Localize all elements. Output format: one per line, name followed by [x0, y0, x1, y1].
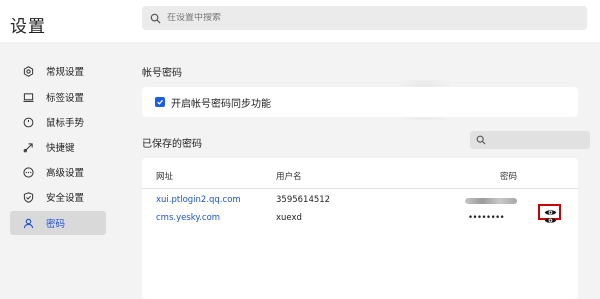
row-site-link[interactable]: xui.ptlogin2.qq.com: [156, 195, 241, 205]
row-username: xuexd: [276, 213, 302, 223]
search-icon: [150, 13, 161, 24]
sidebar-item-label: 常规设置: [46, 67, 85, 78]
settings-search-input[interactable]: [167, 13, 547, 23]
column-header-password: 密码: [500, 172, 518, 182]
sidebar-item-security[interactable]: 安全设置: [10, 185, 106, 209]
more-dots-icon: [23, 166, 34, 178]
row-password-masked: ••••••••: [468, 213, 505, 223]
sidebar-item-passwords[interactable]: 密码: [10, 211, 106, 235]
shortcut-arrow-icon: [23, 142, 34, 153]
sidebar-item-shortcuts[interactable]: 快捷键: [10, 135, 106, 159]
row-site-link[interactable]: cms.yesky.com: [156, 213, 220, 223]
header-divider: [142, 188, 578, 189]
page-title: 设置: [10, 17, 46, 37]
eye-icon[interactable]: [543, 215, 557, 225]
password-search-box[interactable]: [470, 131, 590, 149]
sync-checkbox[interactable]: [155, 97, 165, 107]
sidebar-item-label: 鼠标手势: [46, 118, 85, 129]
search-icon: [476, 135, 486, 145]
top-bar: 设置: [0, 0, 600, 42]
sync-checkbox-label[interactable]: 开启帐号密码同步功能: [171, 95, 271, 110]
sidebar-item-label: 密码: [46, 219, 66, 230]
sidebar-item-label: 快捷键: [46, 143, 75, 154]
sidebar-item-tabs[interactable]: 标签设置: [10, 85, 106, 109]
tab-icon: [23, 92, 34, 103]
main-content: 帐号密码 开启帐号密码同步功能 已保存的密码 网址 用户名 密码 xui.ptl…: [120, 42, 600, 299]
sidebar-item-advanced[interactable]: 高级设置: [10, 160, 106, 184]
sidebar-item-general[interactable]: 常规设置: [10, 59, 106, 83]
sync-option-card: 开启帐号密码同步功能: [142, 87, 578, 117]
sidebar-item-mouse-gestures[interactable]: 鼠标手势: [10, 110, 106, 134]
gear-icon: [23, 65, 34, 77]
settings-search-box[interactable]: [142, 6, 587, 30]
saved-passwords-table: 网址 用户名 密码 xui.ptlogin2.qq.com 3595614512…: [142, 158, 578, 299]
column-header-username: 用户名: [276, 172, 302, 182]
column-header-site: 网址: [156, 172, 174, 182]
sidebar-item-label: 标签设置: [46, 93, 85, 104]
sidebar-item-label: 安全设置: [46, 193, 85, 204]
row-password-blurred: [465, 198, 517, 204]
saved-passwords-section-title: 已保存的密码: [142, 139, 202, 150]
row-username: 3595614512: [276, 195, 331, 205]
mouse-icon: [23, 117, 34, 128]
sidebar: 常规设置 标签设置 鼠标手势 快捷键 高级设置 安全设置 密码: [0, 42, 120, 299]
person-icon: [23, 218, 34, 229]
shield-icon: [23, 191, 34, 203]
sidebar-item-label: 高级设置: [46, 168, 85, 179]
account-password-section-title: 帐号密码: [142, 68, 182, 79]
